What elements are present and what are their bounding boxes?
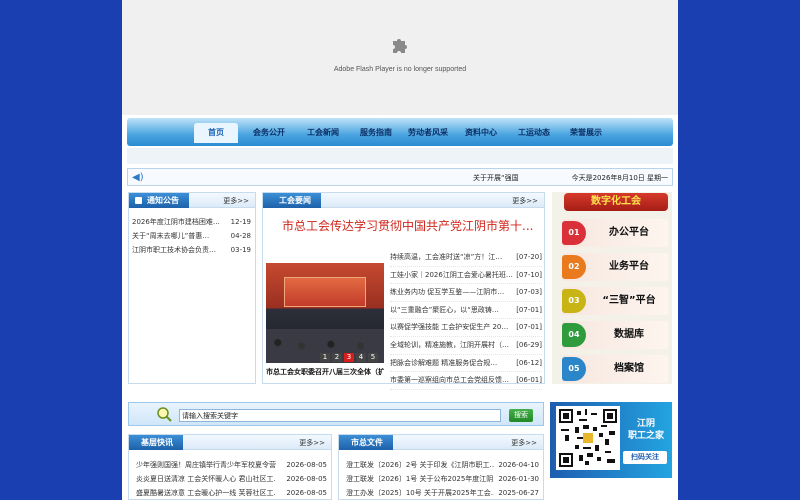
item-label: 数据库 <box>614 329 644 340</box>
item-number: 01 <box>562 221 586 245</box>
subnav-bar <box>127 148 673 164</box>
nav-movement[interactable]: 工运动态 <box>510 126 558 140</box>
nav-affairs[interactable]: 会务公开 <box>245 126 293 140</box>
item-label: 业务平台 <box>609 261 649 272</box>
news-list: 持续高温，工会准时送“凉”方！江… [07-20] 工娃小家｜2026江阴工会爱心… <box>390 249 542 390</box>
notice-tab: 通知公告 <box>129 193 189 208</box>
pager-button-active[interactable]: 3 <box>344 353 354 362</box>
qr-label: 江阴 职工之家 <box>620 418 672 442</box>
flash-placeholder: Adobe Flash Player is no longer supporte… <box>122 0 678 115</box>
qr-code <box>556 406 620 470</box>
digital-union-title: 数字化工会 <box>564 193 668 211</box>
list-item[interactable]: 澄工联发〔2026〕2号 关于印发《江阴市职工… 2026-04-10 <box>346 459 539 471</box>
list-item[interactable]: 以“三重融合”聚匠心，以“思政铸… [07-01] <box>390 302 542 320</box>
list-item[interactable]: 澄工办发〔2025〕10号 关于开展2025年工会… 2025-06-27 <box>346 487 539 499</box>
qr-code-icon <box>559 409 617 467</box>
files-header: 市总文件 更多>> <box>339 435 543 450</box>
notice-panel: 通知公告 更多>> 2026年度江阴市建档困难… 12-19 关于“周末去哪儿”普… <box>128 192 256 384</box>
pager-button[interactable]: 4 <box>356 353 366 362</box>
grassroots-header: 基层快讯 更多>> <box>129 435 331 450</box>
search-icon <box>157 407 172 422</box>
list-item[interactable]: 持续高温，工会准时送“凉”方！江… [07-20] <box>390 249 542 267</box>
search-input[interactable] <box>179 409 501 422</box>
list-item[interactable]: 炎炎夏日送清凉 工会关怀暖人心 君山社区工… 2026-08-05 <box>136 473 327 485</box>
nav-service[interactable]: 服务指南 <box>352 126 400 140</box>
grassroots-more-link[interactable]: 更多>> <box>299 438 325 448</box>
database-link[interactable]: 04 数据库 <box>562 321 668 349</box>
list-item[interactable]: 少年强则国强！周庄镇举行青少年军校夏令营… 2026-08-05 <box>136 459 327 471</box>
speaker-icon: ◀) <box>132 172 144 183</box>
files-panel: 市总文件 更多>> 澄工联发〔2026〕2号 关于印发《江阴市职工… 2026-0… <box>338 434 544 500</box>
list-item[interactable]: 市委第一巡察组向市总工会党组反馈… [06-01] <box>390 372 542 390</box>
news-title: 工会要闻 <box>279 196 311 205</box>
pager-button[interactable]: 1 <box>320 353 330 362</box>
list-item[interactable]: 澄工联发〔2026〕1号 关于公布2025年度江阴… 2026-01-30 <box>346 473 539 485</box>
list-item[interactable]: 关于“周末去哪儿”普惠… 04-28 <box>132 230 251 242</box>
item-number: 04 <box>562 323 586 347</box>
grassroots-title: 基层快讯 <box>141 438 173 447</box>
qr-label-line1: 江阴 <box>636 419 655 429</box>
ticker-bar: ◀) 关于开展“强国 今天是2026年8月10日 星期一 <box>127 168 673 186</box>
files-tab: 市总文件 <box>339 435 393 450</box>
news-photo[interactable] <box>266 263 384 363</box>
item-number: 02 <box>562 255 586 279</box>
list-item[interactable]: 2026年度江阴市建档困难… 12-19 <box>132 216 251 228</box>
scan-follow-badge: 扫码关注 <box>623 451 667 464</box>
nav-news[interactable]: 工会新闻 <box>299 126 347 140</box>
search-bar: 搜索 <box>128 402 544 426</box>
three-smart-platform-link[interactable]: 03 “三智”平台 <box>562 287 668 315</box>
news-headline[interactable]: 市总工会传达学习贯彻中国共产党江阴市第十... <box>282 217 533 234</box>
pager-button[interactable]: 5 <box>368 353 378 362</box>
list-item[interactable]: 以赛促学强技能 工会护安促生产 20… [07-01] <box>390 319 542 337</box>
files-more-link[interactable]: 更多>> <box>511 438 537 448</box>
list-item[interactable]: 盛夏酷暑送凉意 工会暖心护一线 芙蓉社区工… 2026-08-05 <box>136 487 327 499</box>
office-platform-link[interactable]: 01 办公平台 <box>562 219 668 247</box>
list-item[interactable]: 练业务内功 促互学互鉴——江阴市… [07-03] <box>390 284 542 302</box>
item-number: 03 <box>562 289 586 313</box>
photo-caption[interactable]: 市总工会女职委召开八届三次全体（扩大）会议 <box>266 367 384 379</box>
grassroots-panel: 基层快讯 更多>> 少年强则国强！周庄镇举行青少年军校夏令营… 2026-08-0… <box>128 434 332 500</box>
notice-title: 通知公告 <box>147 196 179 205</box>
date-text: 今天是2026年8月10日 星期一 <box>571 174 668 182</box>
item-label: “三智”平台 <box>602 295 656 306</box>
flash-message: Adobe Flash Player is no longer supporte… <box>333 66 467 73</box>
qr-label-line2: 职工之家 <box>627 431 664 441</box>
files-title: 市总文件 <box>351 438 383 447</box>
news-more-link[interactable]: 更多>> <box>512 196 538 206</box>
pager-button[interactable]: 2 <box>332 353 342 362</box>
stage-screen <box>284 277 366 307</box>
notice-header: 通知公告 更多>> <box>129 193 255 208</box>
nav-resources[interactable]: 资料中心 <box>457 126 505 140</box>
archive-link[interactable]: 05 档案馆 <box>562 355 668 383</box>
puzzle-icon <box>393 39 407 53</box>
search-button[interactable]: 搜索 <box>509 409 533 422</box>
list-item[interactable]: 工娃小家｜2026江阴工会爱心暑托班… [07-10] <box>390 267 542 285</box>
ticker-text[interactable]: 关于开展“强国 <box>473 173 519 183</box>
bullet-icon <box>135 197 142 204</box>
item-number: 05 <box>562 357 586 381</box>
photo-pager: 12345 <box>320 353 380 363</box>
nav-honors[interactable]: 荣誉展示 <box>562 126 610 140</box>
list-item[interactable]: 把脉会诊解难题 精准服务促合规… [06-12] <box>390 355 542 373</box>
nav-home[interactable]: 首页 <box>194 123 238 143</box>
main-nav: 首页 会务公开 工会新闻 服务指南 劳动者风采 资料中心 工运动态 荣誉展示 <box>127 118 673 146</box>
nav-workers[interactable]: 劳动者风采 <box>402 126 454 140</box>
notice-more-link[interactable]: 更多>> <box>223 196 249 206</box>
grassroots-tab: 基层快讯 <box>129 435 183 450</box>
news-tab: 工会要闻 <box>263 193 321 208</box>
list-item[interactable]: 全域轮训，精准施教，江阴开展村（… [06-29] <box>390 337 542 355</box>
item-label: 办公平台 <box>609 227 649 238</box>
news-header: 工会要闻 更多>> <box>263 193 544 208</box>
business-platform-link[interactable]: 02 业务平台 <box>562 253 668 281</box>
list-item[interactable]: 江阴市职工技术协会负责… 03-19 <box>132 244 251 256</box>
item-label: 档案馆 <box>614 363 644 374</box>
